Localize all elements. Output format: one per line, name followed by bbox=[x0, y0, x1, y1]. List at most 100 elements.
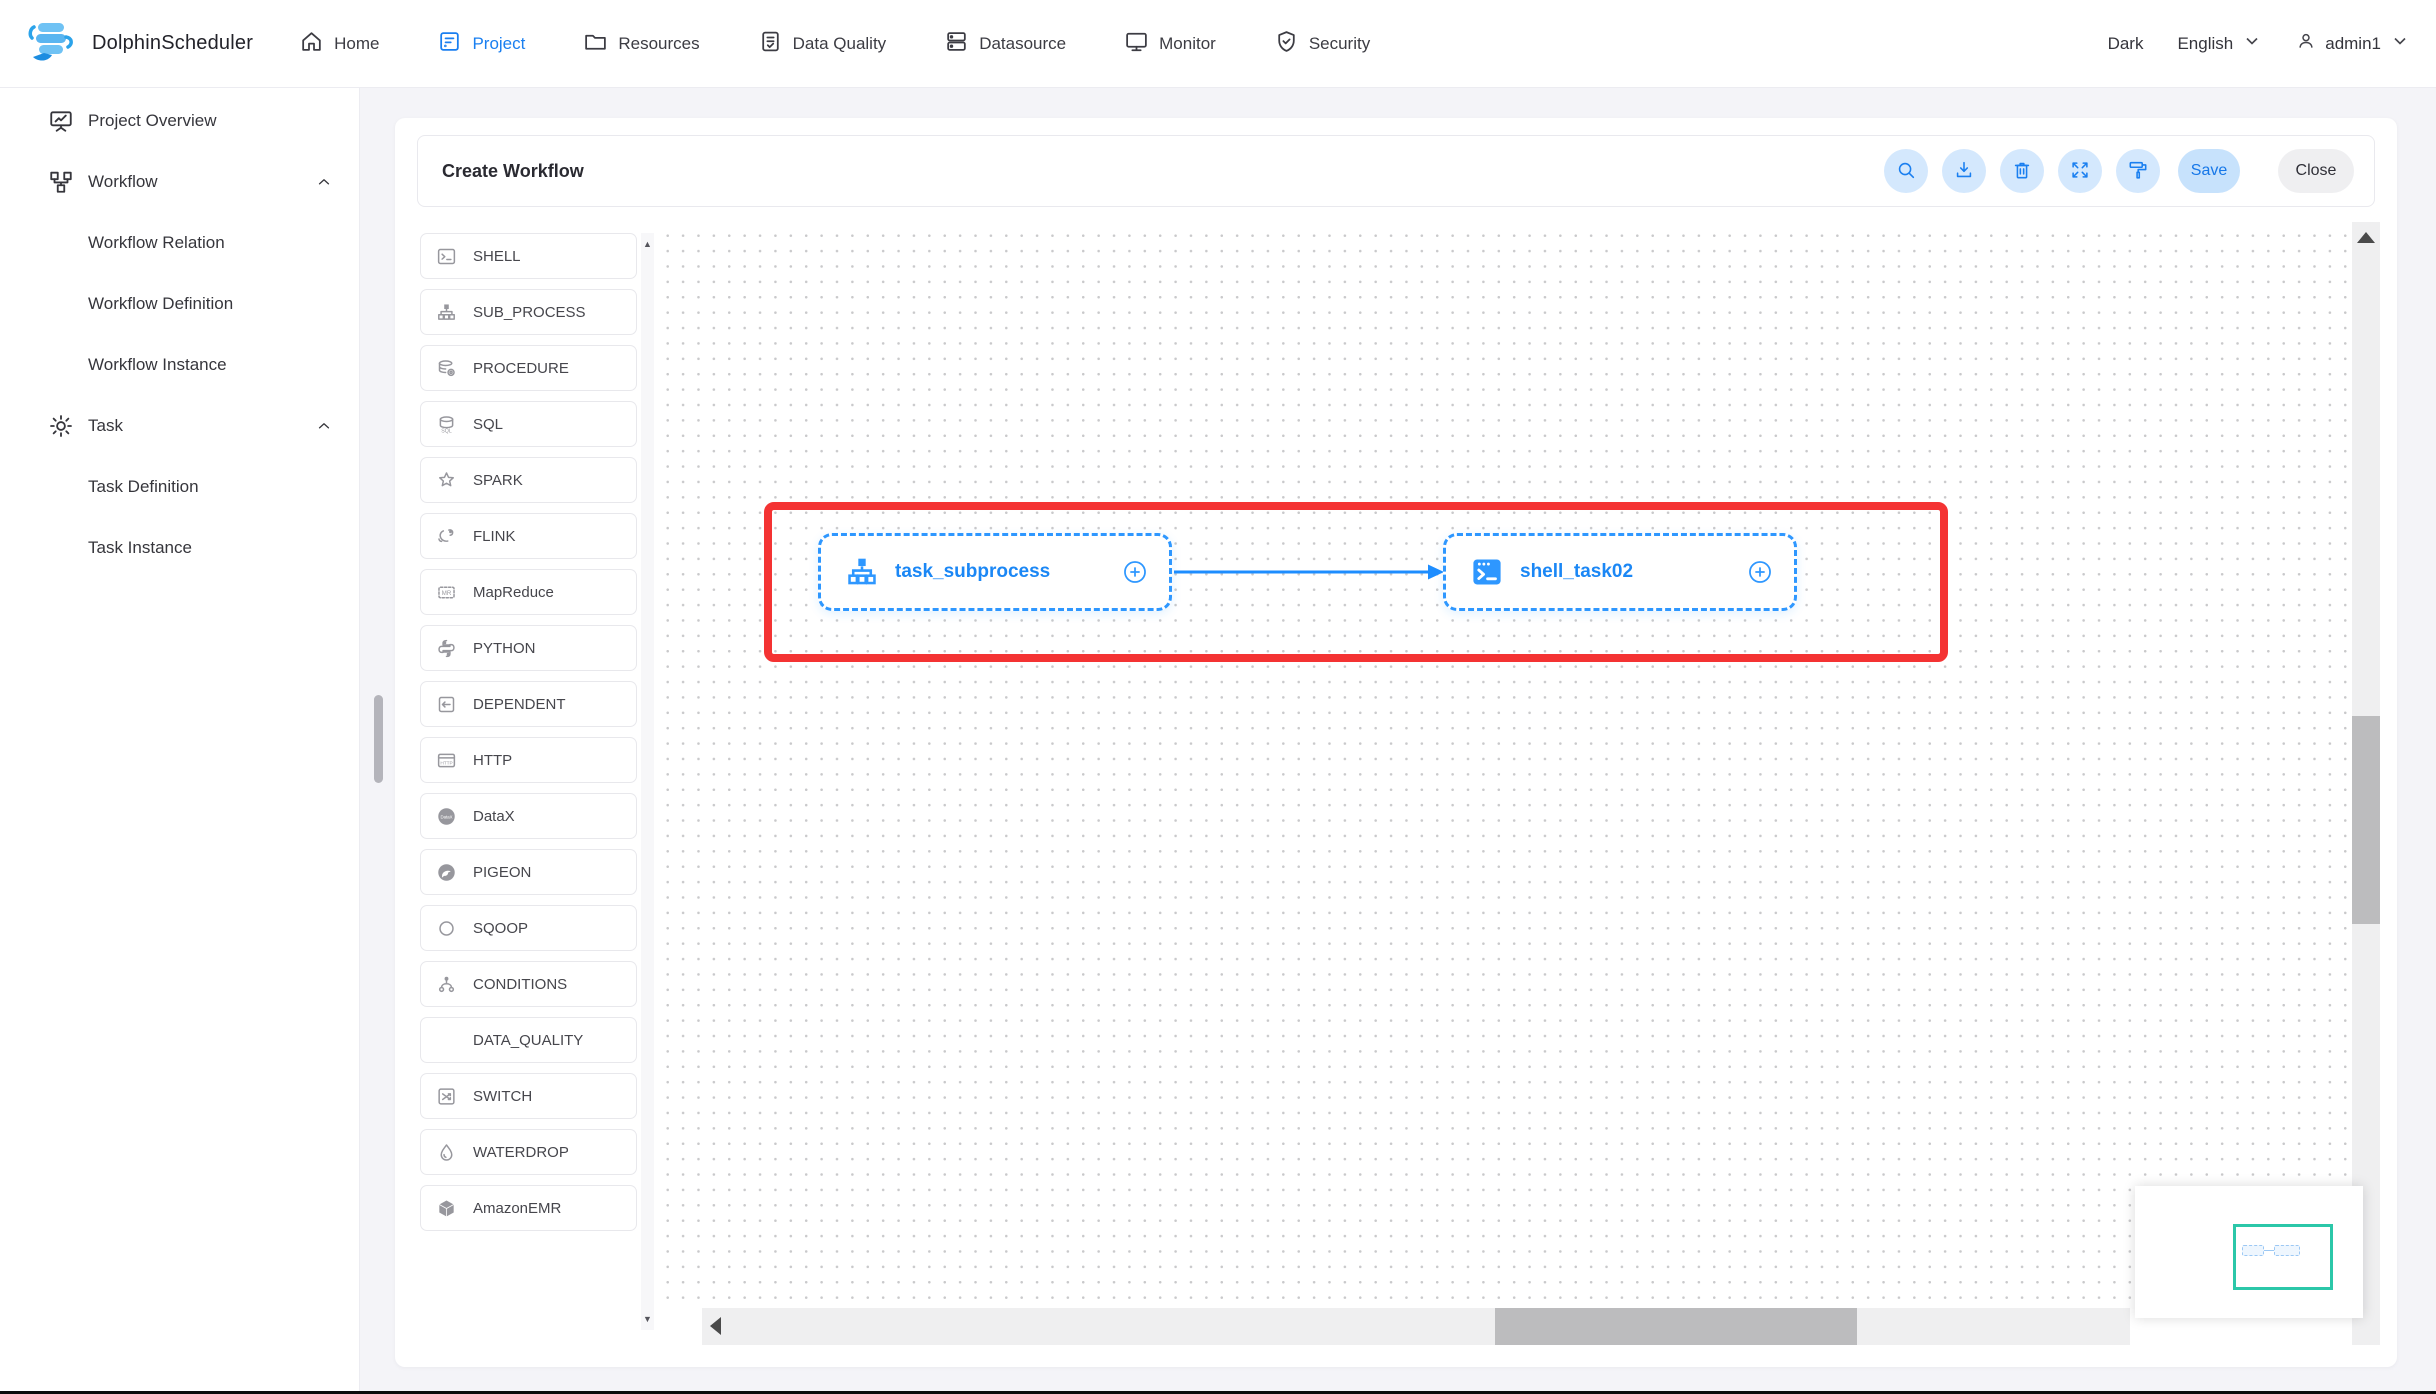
svg-text:MR: MR bbox=[442, 589, 452, 596]
scroll-up-icon[interactable] bbox=[2357, 232, 2375, 243]
task-type-python[interactable]: PYTHON bbox=[420, 625, 637, 671]
language-select[interactable]: English bbox=[2177, 31, 2262, 56]
brand[interactable]: DolphinScheduler bbox=[26, 17, 253, 70]
scroll-down-icon[interactable]: ▼ bbox=[641, 1314, 654, 1324]
task-type-conditions[interactable]: CONDITIONS bbox=[420, 961, 637, 1007]
theme-toggle[interactable]: Dark bbox=[2108, 34, 2144, 54]
top-navbar: DolphinScheduler Home Project Resources Dat… bbox=[0, 0, 2436, 88]
brand-name: DolphinScheduler bbox=[92, 32, 254, 54]
vertical-scroll-thumb[interactable] bbox=[2352, 716, 2380, 924]
download-icon bbox=[1953, 159, 1975, 184]
workflow-header: Create Workflow Save Close bbox=[417, 135, 2375, 207]
format-button[interactable] bbox=[2116, 149, 2160, 193]
datasource-icon bbox=[944, 29, 969, 59]
horizontal-scroll-thumb[interactable] bbox=[1495, 1308, 1857, 1345]
dag-node-task-subprocess[interactable]: task_subprocess bbox=[818, 533, 1172, 611]
download-button[interactable] bbox=[1942, 149, 1986, 193]
datax-icon: DataX bbox=[436, 806, 457, 827]
nav-item-security[interactable]: Security bbox=[1274, 29, 1370, 59]
close-button[interactable]: Close bbox=[2278, 149, 2354, 193]
canvas-horizontal-scrollbar[interactable] bbox=[702, 1308, 2130, 1345]
task-type-spark[interactable]: SPARK bbox=[420, 457, 637, 503]
svg-text:DataX: DataX bbox=[440, 814, 452, 819]
task-type-sql[interactable]: SQL SQL bbox=[420, 401, 637, 447]
pigeon-icon bbox=[436, 862, 457, 883]
subprocess-node-icon bbox=[845, 555, 879, 589]
scroll-up-icon[interactable]: ▲ bbox=[641, 239, 654, 249]
switch-icon bbox=[436, 1086, 457, 1107]
sidebar-item-workflow-relation[interactable]: Workflow Relation bbox=[0, 212, 359, 273]
task-type-waterdrop[interactable]: WATERDROP bbox=[420, 1129, 637, 1175]
user-icon bbox=[2296, 31, 2316, 56]
user-menu[interactable]: admin1 bbox=[2296, 31, 2410, 56]
monitor-icon bbox=[1124, 29, 1149, 59]
task-type-amazonemr[interactable]: AmazonEMR bbox=[420, 1185, 637, 1231]
sidebar-item-task-definition[interactable]: Task Definition bbox=[0, 456, 359, 517]
task-type-datax[interactable]: DataX DataX bbox=[420, 793, 637, 839]
nav-item-project[interactable]: Project bbox=[437, 29, 525, 59]
nav-item-datasource[interactable]: Datasource bbox=[944, 29, 1066, 59]
fullscreen-icon bbox=[2069, 159, 2091, 184]
nav-item-data-quality[interactable]: Data Quality bbox=[758, 29, 886, 59]
dag-toolbar: Save Close bbox=[1870, 149, 2354, 193]
task-type-procedure[interactable]: PROCEDURE bbox=[420, 345, 637, 391]
delete-button[interactable] bbox=[2000, 149, 2044, 193]
chevron-down-icon bbox=[2242, 31, 2262, 56]
task-type-mapreduce[interactable]: MR MapReduce bbox=[420, 569, 637, 615]
task-panel-scrollbar[interactable]: ▲ ▼ bbox=[641, 233, 654, 1330]
sidebar-item-project-overview[interactable]: Project Overview bbox=[0, 90, 359, 151]
task-type-sub_process[interactable]: SUB_PROCESS bbox=[420, 289, 637, 335]
dependent-icon bbox=[436, 694, 457, 715]
sidebar-item-workflow[interactable]: Workflow bbox=[0, 151, 359, 212]
chevron-up-icon bbox=[315, 417, 333, 435]
spark-icon bbox=[436, 470, 457, 491]
minimap-node bbox=[2242, 1245, 2264, 1256]
task-type-http[interactable]: HTTP HTTP bbox=[420, 737, 637, 783]
format-icon bbox=[2127, 159, 2149, 184]
save-button[interactable]: Save bbox=[2178, 149, 2240, 193]
fullscreen-button[interactable] bbox=[2058, 149, 2102, 193]
flink-icon bbox=[436, 526, 457, 547]
task-type-flink[interactable]: FLINK bbox=[420, 513, 637, 559]
dolphinscheduler-logo-icon bbox=[26, 17, 82, 70]
subprocess-icon bbox=[436, 302, 457, 323]
nav-item-home[interactable]: Home bbox=[299, 29, 379, 59]
amazon-emr-icon bbox=[436, 1198, 457, 1219]
sidebar-item-workflow-instance[interactable]: Workflow Instance bbox=[0, 334, 359, 395]
sidebar-item-task[interactable]: Task bbox=[0, 395, 359, 456]
canvas-vertical-scrollbar[interactable] bbox=[2352, 222, 2380, 1345]
scroll-left-icon[interactable] bbox=[710, 1317, 721, 1335]
data-quality-icon bbox=[758, 29, 783, 59]
project-overview-icon bbox=[48, 108, 74, 134]
minimap-viewport[interactable] bbox=[2233, 1224, 2333, 1290]
task-type-switch[interactable]: SWITCH bbox=[420, 1073, 637, 1119]
shell-node-icon bbox=[1470, 555, 1504, 589]
nav-item-monitor[interactable]: Monitor bbox=[1124, 29, 1216, 59]
task-type-pigeon[interactable]: PIGEON bbox=[420, 849, 637, 895]
search-button[interactable] bbox=[1884, 149, 1928, 193]
task-type-data_quality[interactable]: DATA_QUALITY bbox=[420, 1017, 637, 1063]
task-type-sqoop[interactable]: SQOOP bbox=[420, 905, 637, 951]
page-title: Create Workflow bbox=[442, 160, 584, 181]
mapreduce-icon: MR bbox=[436, 582, 457, 603]
sidebar-item-task-instance[interactable]: Task Instance bbox=[0, 517, 359, 578]
sidebar-scrollbar-thumb[interactable] bbox=[374, 695, 383, 783]
procedure-icon bbox=[436, 358, 457, 379]
sql-icon: SQL bbox=[436, 414, 457, 435]
plus-circle-icon[interactable] bbox=[1121, 558, 1149, 586]
project-icon bbox=[437, 29, 462, 59]
nav-item-resources[interactable]: Resources bbox=[583, 29, 700, 59]
conditions-icon bbox=[436, 974, 457, 995]
dag-node-shell-task02[interactable]: shell_task02 bbox=[1443, 533, 1797, 611]
main-content-card: Create Workflow Save Close SHELL SUB_PROC… bbox=[395, 118, 2397, 1367]
task-type-dependent[interactable]: DEPENDENT bbox=[420, 681, 637, 727]
dag-minimap[interactable] bbox=[2135, 1186, 2363, 1318]
dag-canvas[interactable] bbox=[660, 228, 2350, 1306]
sidebar-item-workflow-definition[interactable]: Workflow Definition bbox=[0, 273, 359, 334]
task-type-panel: SHELL SUB_PROCESS PROCEDURE SQL SQL SPARK FLIN… bbox=[420, 233, 637, 1241]
dag-edge[interactable] bbox=[1170, 557, 1450, 587]
security-icon bbox=[1274, 29, 1299, 59]
plus-circle-icon[interactable] bbox=[1746, 558, 1774, 586]
sqoop-icon bbox=[436, 918, 457, 939]
task-type-shell[interactable]: SHELL bbox=[420, 233, 637, 279]
